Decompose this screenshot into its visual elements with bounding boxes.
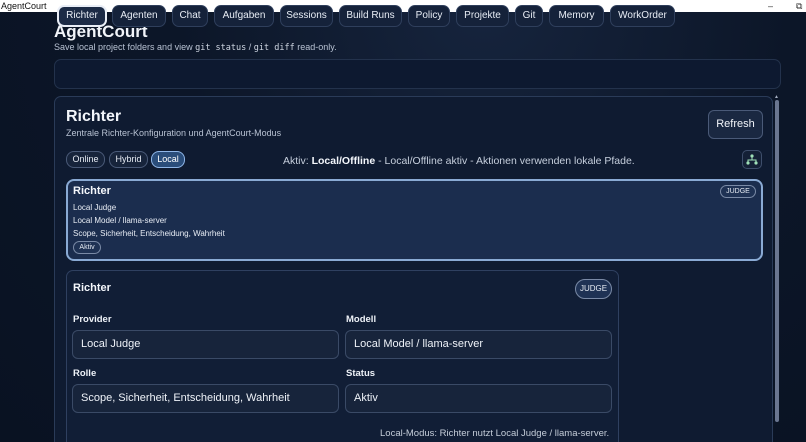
hierarchy-button[interactable] bbox=[742, 150, 762, 169]
agent-card-model: Local Model / llama-server bbox=[73, 216, 167, 225]
section-title: Richter bbox=[66, 108, 122, 125]
status-field[interactable]: Aktiv bbox=[345, 384, 612, 413]
agent-card-provider: Local Judge bbox=[73, 203, 117, 212]
refresh-button[interactable]: Refresh bbox=[708, 110, 763, 139]
tab-aufgaben[interactable]: Aufgaben bbox=[214, 5, 274, 27]
rolle-label: Rolle bbox=[73, 368, 97, 379]
tab-projekte[interactable]: Projekte bbox=[456, 5, 509, 27]
tab-build-runs[interactable]: Build Runs bbox=[339, 5, 402, 27]
provider-field[interactable]: Local Judge bbox=[72, 330, 339, 359]
code-git-status: git status bbox=[195, 43, 247, 53]
tab-bar bbox=[54, 59, 781, 89]
tab-git[interactable]: Git bbox=[515, 5, 543, 27]
window-title: AgentCourt bbox=[1, 1, 47, 11]
rolle-field[interactable]: Scope, Sicherheit, Entscheidung, Wahrhei… bbox=[72, 384, 339, 413]
mode-hybrid-button[interactable]: Hybrid bbox=[109, 151, 148, 168]
status-mode: Local/Offline bbox=[311, 155, 376, 167]
scrollbar[interactable] bbox=[775, 100, 779, 422]
status-prefix: Aktiv: bbox=[283, 155, 312, 167]
agent-card-role: Scope, Sicherheit, Entscheidung, Wahrhei… bbox=[73, 229, 225, 238]
mode-online-button[interactable]: Online bbox=[66, 151, 105, 168]
modell-label: Modell bbox=[346, 314, 377, 325]
tab-chat[interactable]: Chat bbox=[172, 5, 208, 27]
tab-memory[interactable]: Memory bbox=[549, 5, 604, 27]
tab-agenten[interactable]: Agenten bbox=[112, 5, 166, 27]
judge-badge: JUDGE bbox=[720, 185, 756, 198]
form-judge-badge: JUDGE bbox=[575, 279, 612, 299]
provider-label: Provider bbox=[73, 314, 112, 325]
agent-card-title: Richter bbox=[73, 185, 111, 197]
modell-field[interactable]: Local Model / llama-server bbox=[345, 330, 612, 359]
code-git-diff: git diff bbox=[253, 43, 295, 53]
hierarchy-icon bbox=[746, 154, 758, 165]
restore-icon[interactable]: ⧉ bbox=[796, 0, 802, 12]
status-text: - Local/Offline aktiv - Aktionen verwend… bbox=[375, 155, 635, 167]
mode-status: Aktiv: Local/Offline - Local/Offline akt… bbox=[283, 155, 635, 167]
tab-workorder[interactable]: WorkOrder bbox=[610, 5, 675, 27]
status-badge: Aktiv bbox=[73, 241, 101, 254]
tab-sessions[interactable]: Sessions bbox=[280, 5, 333, 27]
local-mode-note: Local-Modus: Richter nutzt Local Judge /… bbox=[380, 428, 610, 439]
mode-local-button[interactable]: Local bbox=[151, 151, 185, 168]
tab-policy[interactable]: Policy bbox=[408, 5, 450, 27]
subtitle-text: Save local project folders and view bbox=[54, 42, 196, 52]
subtitle-separator: / bbox=[246, 42, 254, 52]
subtitle-text-end: read-only. bbox=[294, 42, 337, 52]
status-label: Status bbox=[346, 368, 376, 379]
form-title: Richter bbox=[73, 282, 111, 294]
section-subtitle: Zentrale Richter-Konfiguration und Agent… bbox=[66, 128, 282, 138]
agent-card-richter[interactable] bbox=[66, 179, 763, 261]
tab-richter[interactable]: Richter bbox=[57, 5, 107, 27]
minimize-icon[interactable]: – bbox=[768, 0, 773, 12]
app-subtitle: Save local project folders and view git … bbox=[54, 42, 337, 53]
